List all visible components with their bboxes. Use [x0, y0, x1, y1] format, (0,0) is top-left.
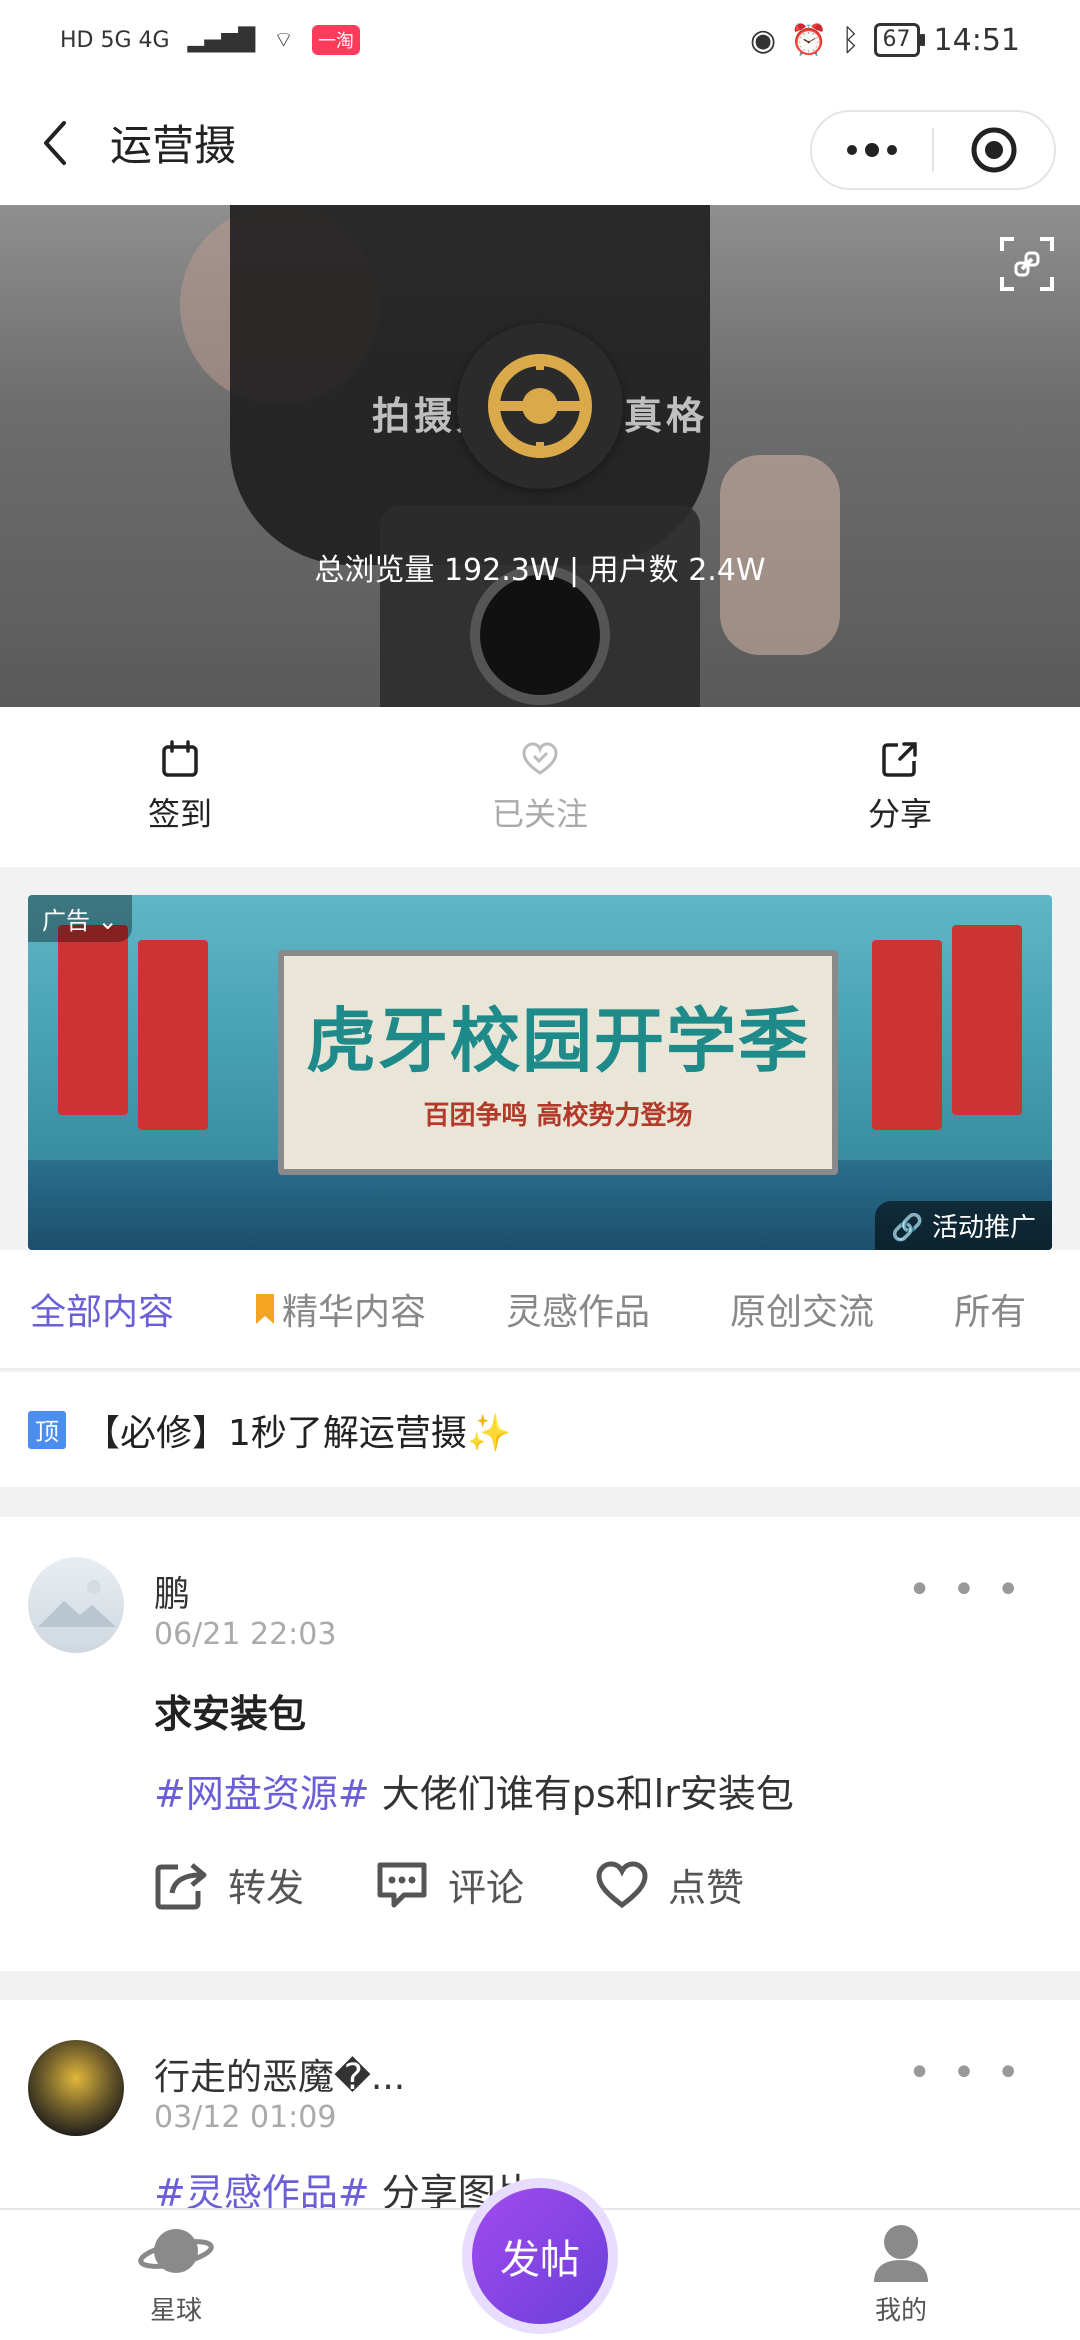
comment-icon	[377, 1862, 427, 1907]
chevron-down-icon: ⌄	[97, 907, 118, 935]
ad-label[interactable]: 广告 ⌄	[28, 895, 132, 942]
checkin-button[interactable]: 签到	[0, 707, 360, 867]
community-logo	[457, 323, 623, 489]
ad-decoration	[58, 925, 128, 1115]
scan-link-icon	[1000, 237, 1054, 291]
promo-link-text: 活动推广	[931, 1213, 1036, 1243]
hero-banner: 拍摄无……次真格 总浏览量 192.3W | 用户数 2.4W	[0, 205, 1080, 707]
bluetooth-icon: ᛒ	[841, 22, 860, 58]
ad-label-text: 广告	[42, 907, 90, 935]
tab-mine[interactable]: 我的	[868, 2218, 934, 2327]
post-time: 03/12 01:09	[154, 2100, 337, 2135]
signal-icon: ▂▄▆█	[187, 27, 256, 53]
status-bar: HD 5G 4G ▂▄▆█ ⌔ 一淘 ◉ ⏰ ᛒ 67 14:51	[0, 0, 1080, 80]
community-stats: 总浏览量 192.3W | 用户数 2.4W	[314, 553, 766, 588]
pinned-post[interactable]: 顶 【必修】1秒了解运营摄✨	[0, 1372, 1080, 1487]
heart-check-icon	[522, 742, 558, 775]
pinned-badge: 顶	[28, 1410, 66, 1449]
ad-subtitle: 百团争鸣 高校势力登场	[423, 1101, 693, 1131]
wifi-icon: ⌔	[273, 28, 294, 53]
tab-label: 原创交流	[730, 1292, 875, 1333]
tab-label: 灵感作品	[506, 1292, 651, 1333]
forward-icon	[155, 1862, 207, 1909]
share-icon	[882, 742, 917, 777]
default-avatar-icon	[38, 1580, 116, 1627]
tab-mine-label: 我的	[874, 2296, 927, 2326]
content-tabs: 全部内容 精华内容 灵感作品 原创交流 所有	[0, 1250, 1080, 1370]
calendar-icon	[162, 740, 198, 777]
tab-everything[interactable]: 所有	[954, 1283, 1026, 1335]
ad-decoration	[872, 940, 942, 1130]
planet-icon	[138, 2229, 214, 2273]
ad-title: 虎牙校园开学季	[306, 999, 810, 1082]
author-name[interactable]: 行走的恶魔�...	[154, 2048, 405, 2100]
forward-button[interactable]: 转发	[154, 1857, 304, 1912]
new-post-button[interactable]: 发帖	[462, 2178, 618, 2334]
tab-planet[interactable]: 星球	[136, 2218, 216, 2327]
heart-icon	[596, 1860, 648, 1908]
tab-featured[interactable]: 精华内容	[254, 1283, 426, 1335]
promo-link[interactable]: 🔗 活动推广	[875, 1201, 1052, 1250]
alarm-icon: ⏰	[790, 22, 828, 58]
eye-icon: ◉	[749, 22, 777, 58]
page-title: 运营摄	[110, 121, 237, 170]
author-name[interactable]: 鹏	[154, 1565, 190, 1617]
bookmark-icon	[256, 1294, 275, 1324]
app-badge: 一淘	[311, 25, 360, 55]
more-dots-icon	[847, 143, 897, 157]
link-icon: 🔗	[891, 1213, 924, 1243]
mini-program-capsule	[810, 110, 1056, 190]
tab-label: 所有	[954, 1292, 1027, 1333]
like-button[interactable]: 点赞	[594, 1857, 744, 1912]
post-title: 求安装包	[154, 1692, 307, 1736]
user-icon	[874, 2225, 928, 2282]
action-bar: 签到 已关注 分享	[0, 707, 1080, 867]
tab-label: 全部内容	[30, 1292, 175, 1333]
forward-label: 转发	[228, 1866, 305, 1910]
follow-label: 已关注	[491, 795, 588, 833]
post-card[interactable]: 鹏 06/21 22:03 • • • 求安装包 #网盘资源# 大佬们谁有ps和…	[0, 1517, 1080, 1971]
network-indicator: HD 5G 4G	[60, 27, 170, 53]
post-topic-tag[interactable]: #网盘资源#	[154, 1772, 370, 1816]
post-body-text: 大佬们谁有ps和lr安装包	[369, 1772, 794, 1816]
tab-label: 精华内容	[282, 1292, 427, 1333]
clock: 14:51	[933, 22, 1020, 58]
share-label: 分享	[867, 795, 932, 833]
logo-icon	[488, 354, 592, 458]
comment-button[interactable]: 评论	[374, 1857, 524, 1912]
ad-banner[interactable]: 虎牙校园开学季 百团争鸣 高校势力登场 广告 ⌄ 🔗 活动推广	[28, 895, 1052, 1250]
avatar[interactable]	[28, 2040, 124, 2136]
post-actions: 转发 评论 点赞	[154, 1857, 744, 1912]
target-circle-icon	[971, 127, 1017, 173]
follow-button[interactable]: 已关注	[360, 707, 720, 867]
close-mini-program-button[interactable]	[934, 112, 1054, 188]
post-more-button[interactable]: • • •	[908, 2050, 1024, 2096]
new-post-label: 发帖	[500, 2237, 580, 2283]
post-more-button[interactable]: • • •	[908, 1567, 1024, 1613]
ad-decoration	[138, 940, 208, 1130]
nav-bar: 运营摄	[0, 80, 1080, 205]
battery-indicator: 67	[873, 23, 925, 57]
more-button[interactable]	[812, 112, 932, 188]
post-body: #网盘资源# 大佬们谁有ps和lr安装包	[154, 1763, 794, 1818]
comment-label: 评论	[448, 1866, 525, 1910]
status-right: ◉ ⏰ ᛒ 67 14:51	[750, 23, 1020, 58]
status-left: HD 5G 4G ▂▄▆█ ⌔ 一淘	[60, 25, 360, 55]
like-label: 点赞	[668, 1866, 745, 1910]
scan-button[interactable]	[998, 235, 1056, 293]
tab-all[interactable]: 全部内容	[30, 1283, 174, 1335]
back-button[interactable]	[0, 80, 110, 205]
post-card[interactable]: 行走的恶魔�... 03/12 01:09 • • • #灵感作品# 分享图片	[0, 2000, 1080, 2215]
avatar[interactable]	[28, 1557, 124, 1653]
pinned-title: 【必修】1秒了解运营摄✨	[84, 1412, 512, 1454]
share-button[interactable]: 分享	[720, 707, 1080, 867]
tab-inspiration[interactable]: 灵感作品	[506, 1283, 650, 1335]
tab-planet-label: 星球	[149, 2296, 202, 2326]
checkin-label: 签到	[147, 795, 212, 833]
post-time: 06/21 22:03	[154, 1617, 337, 1652]
tab-original[interactable]: 原创交流	[730, 1283, 874, 1335]
ad-decoration	[952, 925, 1022, 1115]
chevron-left-icon	[44, 120, 66, 165]
